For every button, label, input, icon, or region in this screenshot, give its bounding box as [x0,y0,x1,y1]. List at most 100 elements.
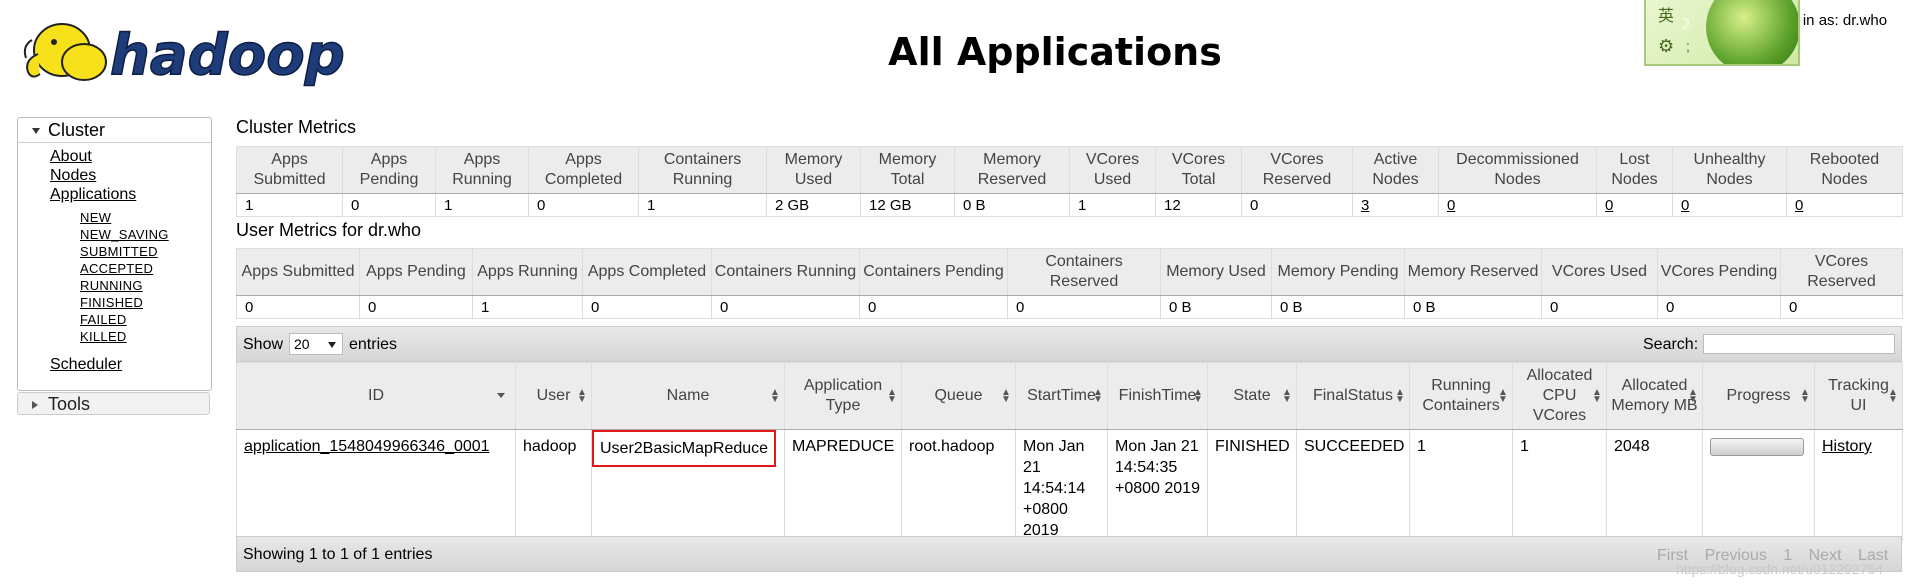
column-header-label: StartTime [1027,387,1096,404]
sidebar-state-submitted[interactable]: SUBMITTED [80,244,158,259]
sidebar-tools[interactable]: Tools [17,392,210,415]
column-header[interactable]: StartTime ▲ ▼ [1015,362,1108,430]
sidebar-state-failed[interactable]: FAILED [80,312,127,327]
user-metrics-title: User Metrics for dr.who [236,220,422,240]
cluster_metrics-value: 12 GB [860,193,955,217]
cluster_metrics-value[interactable]: 0 [1596,193,1673,217]
cluster_metrics-value: 0 [1241,193,1353,217]
sidebar-cluster-header[interactable]: Cluster [18,118,211,143]
caret-down-icon [328,342,336,348]
app-history-link[interactable]: History [1822,438,1872,455]
app-final-status: SUCCEEDED [1296,429,1410,541]
app-user: hadoop [515,429,592,541]
apps-toolbar: Show 20 entries Search: [236,326,1902,362]
sidebar-item-scheduler[interactable]: Scheduler [50,356,122,374]
table-row[interactable]: application_1548049966346_0001 hadoop Us… [236,429,1903,541]
sort-icon: ▲ ▼ [1800,387,1810,405]
sidebar-cluster: Cluster About Nodes Applications NEW NEW… [17,117,212,391]
user_metrics-header: VCores Pending [1657,248,1781,296]
column-header[interactable]: Progress ▲ ▼ [1702,362,1815,430]
cluster_metrics-value: 1 [435,193,529,217]
column-header[interactable]: Tracking UI ▲ ▼ [1814,362,1903,430]
sidebar-item-about[interactable]: About [50,148,92,166]
sort-icon: ▲ ▼ [1498,387,1508,405]
cluster_metrics-header: Apps Running [435,146,529,194]
gear-icon: ⚙ [1658,36,1675,56]
watermark: https://blog.csdn.net/u012292754 [1676,561,1884,577]
column-header-label: User [536,387,571,404]
app-start-time: Mon Jan 21 14:54:14 +0800 2019 [1015,429,1108,541]
sidebar-state-killed[interactable]: KILLED [80,329,127,344]
sidebar-item-nodes[interactable]: Nodes [50,167,96,185]
column-header-label: Application Type [803,377,883,414]
ime-char-icon: 英 [1658,8,1675,25]
column-header[interactable]: Running Containers ▲ ▼ [1409,362,1513,430]
user_metrics-header: Apps Pending [359,248,473,296]
cluster_metrics-value[interactable]: 3 [1352,193,1439,217]
app-progress-bar [1710,438,1804,456]
column-header[interactable]: Application Type ▲ ▼ [784,362,902,430]
search-input[interactable] [1703,334,1895,354]
cluster_metrics-header: Memory Reserved [954,146,1070,194]
column-header[interactable]: Name ▲ ▼ [591,362,785,430]
cluster_metrics-value[interactable]: 0 [1786,193,1903,217]
entries-select[interactable]: 20 [289,333,343,355]
sidebar-state-accepted[interactable]: ACCEPTED [80,261,153,276]
cluster_metrics-value: 1 [638,193,767,217]
column-header-label: Tracking UI [1828,377,1889,414]
sidebar-state-running[interactable]: RUNNING [80,278,143,293]
column-header-label: Allocated Memory MB [1611,377,1698,414]
moon-icon: ☽ [1676,16,1691,33]
user_metrics-value: 0 [359,295,473,319]
cluster_metrics-header: Apps Submitted [236,146,343,194]
cluster_metrics-header: Active Nodes [1352,146,1439,194]
column-header-label: Progress [1726,387,1791,404]
app-id-link[interactable]: application_1548049966346_0001 [244,438,490,455]
sort-icon: ▲ ▼ [1193,387,1203,405]
cluster_metrics-header: Memory Used [766,146,861,194]
sort-desc-icon [497,393,505,398]
column-header[interactable]: Allocated CPU VCores ▲ ▼ [1512,362,1607,430]
sort-icon: ▲ ▼ [577,387,587,405]
cluster_metrics-value[interactable]: 0 [1438,193,1597,217]
user_metrics-value: 1 [472,295,583,319]
sort-icon: ▲ ▼ [1093,387,1103,405]
cluster_metrics-header: Rebooted Nodes [1786,146,1903,194]
column-header-label: FinishTime [1118,387,1197,404]
app-alloc-vcores: 1 [1512,429,1607,541]
column-header-label: Allocated CPU VCores [1526,367,1593,424]
user_metrics-header: VCores Used [1541,248,1658,296]
column-header[interactable]: FinishTime ▲ ▼ [1107,362,1208,430]
cluster_metrics-value: 0 B [954,193,1070,217]
cluster_metrics-value: 2 GB [766,193,861,217]
sort-icon: ▲ ▼ [1395,387,1405,405]
sidebar-state-finished[interactable]: FINISHED [80,295,143,310]
cluster_metrics-header: VCores Reserved [1241,146,1353,194]
ime-overlay-icon[interactable]: 英 ☽ ⚙ ; [1644,0,1800,66]
column-header[interactable]: Allocated Memory MB ▲ ▼ [1606,362,1703,430]
entries-label: entries [349,336,398,353]
cluster_metrics-header: Unhealthy Nodes [1672,146,1787,194]
sidebar-state-new[interactable]: NEW [80,210,111,225]
column-header[interactable]: User ▲ ▼ [515,362,592,430]
app-type: MAPREDUCE [784,429,902,541]
column-header-label: Running Containers [1422,377,1500,414]
user_metrics-value: 0 [859,295,1008,319]
user_metrics-header: Containers Pending [859,248,1008,296]
sort-icon: ▲ ▼ [770,387,780,405]
cluster_metrics-value[interactable]: 0 [1672,193,1787,217]
app-queue: root.hadoop [901,429,1016,541]
cluster_metrics-header: VCores Used [1069,146,1156,194]
sidebar-state-new-saving[interactable]: NEW_SAVING [80,227,169,242]
user_metrics-header: Memory Pending [1271,248,1405,296]
user_metrics-header: VCores Reserved [1780,248,1903,296]
chevron-down-icon [32,128,40,135]
column-header[interactable]: ID [236,362,516,430]
cluster-metrics-table: Apps Submitted Apps Pending Apps Running Ap… [236,146,1903,217]
column-header[interactable]: State ▲ ▼ [1207,362,1297,430]
column-header[interactable]: Queue ▲ ▼ [901,362,1016,430]
user_metrics-value: 0 B [1160,295,1272,319]
sidebar-item-applications[interactable]: Applications [50,186,136,204]
sort-icon: ▲ ▼ [1001,387,1011,405]
column-header[interactable]: FinalStatus ▲ ▼ [1296,362,1410,430]
